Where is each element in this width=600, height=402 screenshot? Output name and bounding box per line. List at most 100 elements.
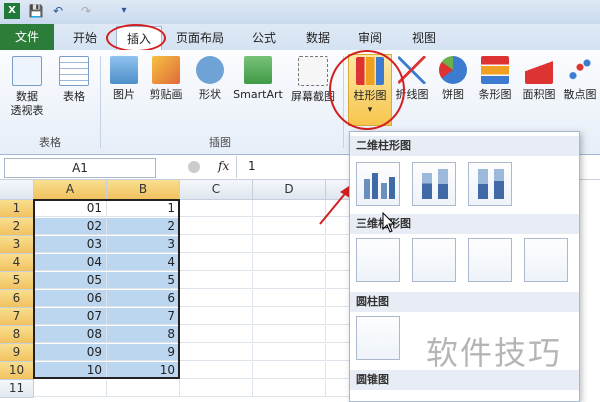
cell-c10[interactable] bbox=[180, 362, 253, 379]
cell-e7[interactable] bbox=[326, 308, 351, 325]
cell-e3[interactable] bbox=[326, 236, 351, 253]
cell-d5[interactable] bbox=[253, 272, 326, 289]
mouse-cursor-icon bbox=[382, 212, 396, 233]
cell-c9[interactable] bbox=[180, 344, 253, 361]
cell-c6[interactable] bbox=[180, 290, 253, 307]
pie-chart-button[interactable]: 饼图 bbox=[434, 54, 472, 102]
undo-icon[interactable]: ↶ bbox=[50, 3, 66, 19]
fx-icon[interactable]: fx bbox=[218, 159, 229, 173]
cell-a11[interactable] bbox=[34, 380, 107, 397]
pivot-table-label: 数据 透视表 bbox=[10, 90, 44, 117]
cell-d3[interactable] bbox=[253, 236, 326, 253]
tab-view[interactable]: 视图 bbox=[404, 26, 444, 50]
shapes-button[interactable]: 形状 bbox=[190, 54, 230, 102]
clustered-column-option[interactable] bbox=[356, 162, 400, 206]
row-header[interactable]: 6 bbox=[0, 290, 34, 308]
cell-c11[interactable] bbox=[180, 380, 253, 397]
table-icon bbox=[59, 56, 89, 86]
3d-percent-column-option[interactable] bbox=[468, 238, 512, 282]
tab-data[interactable]: 数据 bbox=[298, 26, 338, 50]
shapes-icon bbox=[196, 56, 224, 84]
cell-e4[interactable] bbox=[326, 254, 351, 271]
save-icon[interactable]: 💾 bbox=[28, 3, 44, 19]
scatter-chart-icon bbox=[566, 56, 594, 84]
3d-stacked-column-option[interactable] bbox=[412, 238, 456, 282]
cell-e6[interactable] bbox=[326, 290, 351, 307]
formula-dot-icon bbox=[188, 161, 200, 173]
cell-d6[interactable] bbox=[253, 290, 326, 307]
table-label: 表格 bbox=[63, 90, 85, 103]
column-header-c[interactable]: C bbox=[180, 180, 253, 200]
cell-c2[interactable] bbox=[180, 218, 253, 235]
3d-column-option[interactable] bbox=[524, 238, 568, 282]
section-cylinder: 圆柱图 bbox=[350, 292, 579, 312]
row-header[interactable]: 5 bbox=[0, 272, 34, 290]
picture-button[interactable]: 图片 bbox=[104, 54, 144, 102]
row-header[interactable]: 8 bbox=[0, 326, 34, 344]
table-button[interactable]: 表格 bbox=[54, 54, 94, 104]
scatter-chart-label: 散点图 bbox=[563, 88, 597, 101]
cell-c3[interactable] bbox=[180, 236, 253, 253]
cell-c8[interactable] bbox=[180, 326, 253, 343]
percent-stacked-column-option[interactable] bbox=[468, 162, 512, 206]
clipart-button[interactable]: 剪贴画 bbox=[146, 54, 186, 102]
clipart-icon bbox=[152, 56, 180, 84]
row-header[interactable]: 10 bbox=[0, 362, 34, 380]
cell-e5[interactable] bbox=[326, 272, 351, 289]
watermark: 软件技巧 bbox=[426, 334, 563, 372]
cell-d7[interactable] bbox=[253, 308, 326, 325]
cell-c7[interactable] bbox=[180, 308, 253, 325]
smartart-button[interactable]: SmartArt bbox=[230, 54, 286, 102]
smartart-icon bbox=[244, 56, 272, 84]
cell-e9[interactable] bbox=[326, 344, 351, 361]
cell-e11[interactable] bbox=[326, 380, 351, 397]
cell-d10[interactable] bbox=[253, 362, 326, 379]
cell-e8[interactable] bbox=[326, 326, 351, 343]
row-header[interactable]: 7 bbox=[0, 308, 34, 326]
row-header[interactable]: 3 bbox=[0, 236, 34, 254]
row-header[interactable]: 11 bbox=[0, 380, 34, 398]
cell-b11[interactable] bbox=[107, 380, 180, 397]
cell-d9[interactable] bbox=[253, 344, 326, 361]
bar-chart-button[interactable]: 条形图 bbox=[474, 54, 516, 102]
row-header[interactable]: 2 bbox=[0, 218, 34, 236]
cylinder-option[interactable] bbox=[356, 316, 400, 360]
bar-chart-label: 条形图 bbox=[478, 88, 512, 101]
column-header-b[interactable]: B bbox=[107, 180, 180, 200]
name-box[interactable]: A1 bbox=[4, 158, 156, 178]
cell-d4[interactable] bbox=[253, 254, 326, 271]
group-separator bbox=[100, 56, 101, 148]
tab-formulas[interactable]: 公式 bbox=[244, 26, 284, 50]
cell-d11[interactable] bbox=[253, 380, 326, 397]
section-2d-column: 二维柱形图 bbox=[350, 136, 579, 156]
redo-icon[interactable]: ↷ bbox=[78, 3, 94, 19]
scatter-chart-button[interactable]: 散点图 bbox=[560, 54, 600, 102]
cell-c5[interactable] bbox=[180, 272, 253, 289]
row-header[interactable]: 9 bbox=[0, 344, 34, 362]
pie-chart-label: 饼图 bbox=[442, 88, 464, 101]
tab-file[interactable]: 文件 bbox=[0, 24, 54, 50]
stacked-column-option[interactable] bbox=[412, 162, 456, 206]
pivot-table-button[interactable]: 数据 透视表 bbox=[4, 54, 50, 118]
area-chart-button[interactable]: 面积图 bbox=[518, 54, 560, 102]
formula-input[interactable]: 1 bbox=[248, 159, 256, 173]
area-chart-icon bbox=[525, 56, 553, 84]
annotation-circle-insert bbox=[106, 24, 166, 52]
smartart-label: SmartArt bbox=[233, 88, 283, 101]
row-header[interactable]: 1 bbox=[0, 200, 34, 218]
3d-clustered-column-option[interactable] bbox=[356, 238, 400, 282]
cell-d8[interactable] bbox=[253, 326, 326, 343]
tab-home[interactable]: 开始 bbox=[64, 26, 106, 50]
shapes-label: 形状 bbox=[199, 88, 221, 101]
cell-e10[interactable] bbox=[326, 362, 351, 379]
customize-icon[interactable]: ▾ bbox=[116, 3, 132, 19]
tab-page-layout[interactable]: 页面布局 bbox=[170, 26, 230, 50]
cell-c1[interactable] bbox=[180, 200, 253, 217]
excel-icon: X bbox=[4, 3, 20, 19]
column-header-a[interactable]: A bbox=[34, 180, 107, 200]
row-header[interactable]: 4 bbox=[0, 254, 34, 272]
pivot-table-icon bbox=[12, 56, 42, 86]
select-all-corner[interactable] bbox=[0, 180, 34, 200]
cell-c4[interactable] bbox=[180, 254, 253, 271]
tab-review[interactable]: 审阅 bbox=[350, 26, 390, 50]
